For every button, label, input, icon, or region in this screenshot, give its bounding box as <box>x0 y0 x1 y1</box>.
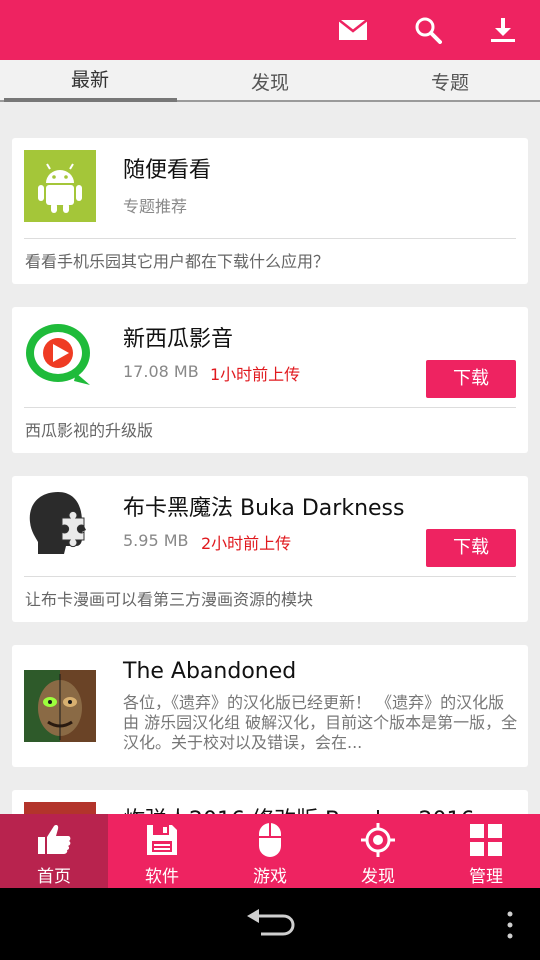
nav-label: 发现 <box>361 867 395 887</box>
nav-games[interactable]: 游戏 <box>216 814 324 888</box>
download-icon[interactable] <box>483 10 523 50</box>
target-icon <box>360 822 396 858</box>
nav-home[interactable]: 首页 <box>0 814 108 888</box>
upload-time: 2小时前上传 <box>201 534 292 553</box>
divider <box>24 238 516 239</box>
nav-label: 管理 <box>469 867 503 887</box>
app-size: 17.08 MB <box>123 362 199 381</box>
system-nav-bar <box>0 888 540 960</box>
download-button[interactable]: 下载 <box>426 529 516 567</box>
floppy-disk-icon <box>144 822 180 858</box>
top-app-bar <box>0 0 540 60</box>
tab-topics[interactable]: 专题 <box>360 63 540 103</box>
card-title: 随便看看 <box>123 158 212 183</box>
tab-latest[interactable]: 最新 <box>0 60 180 100</box>
nav-discover[interactable]: 发现 <box>324 814 432 888</box>
card-random-browse[interactable]: 随便看看 专题推荐 看看手机乐园其它用户都在下载什么应用？ <box>12 138 528 284</box>
back-arrow-icon[interactable] <box>243 908 297 940</box>
app-size: 5.95 MB <box>123 531 189 550</box>
nav-label: 游戏 <box>253 867 287 887</box>
app-list[interactable]: 随便看看 专题推荐 看看手机乐园其它用户都在下载什么应用？ 新西瓜影音 17.0… <box>0 104 540 814</box>
overflow-menu-icon[interactable] <box>504 910 516 940</box>
tab-bar: 最新 发现 专题 <box>0 60 540 102</box>
card-game-bomber[interactable]: 炸弹人2016 修改版 Bomber 2016 <box>12 790 528 814</box>
nav-manage[interactable]: 管理 <box>432 814 540 888</box>
nav-label: 首页 <box>37 867 71 887</box>
upload-time: 1小时前上传 <box>210 365 301 384</box>
thumbs-up-icon <box>36 822 72 858</box>
nav-label: 软件 <box>145 867 179 887</box>
grid-icon <box>468 822 504 858</box>
puzzle-head-icon <box>24 488 96 560</box>
app-name: 新西瓜影音 <box>123 327 234 352</box>
card-subtitle: 专题推荐 <box>123 197 188 216</box>
bottom-nav: 首页 软件 游戏 发现 管理 <box>0 814 540 888</box>
card-description: 让布卡漫画可以看第三方漫画资源的模块 <box>25 590 314 609</box>
mail-icon[interactable] <box>333 10 373 50</box>
divider <box>24 576 516 577</box>
bomber-game-icon <box>24 802 96 814</box>
mouse-icon <box>252 822 288 858</box>
app-name: 布卡黑魔法 Buka Darkness <box>123 496 405 521</box>
app-name: 炸弹人2016 修改版 Bomber 2016 <box>123 802 475 814</box>
zombie-game-icon <box>24 670 96 742</box>
divider <box>24 407 516 408</box>
card-game-abandoned[interactable]: The Abandoned 各位，《遗弃》的汉化版已经更新！ 《遗弃》的汉化版由… <box>12 645 528 767</box>
download-button[interactable]: 下载 <box>426 360 516 398</box>
card-description: 看看手机乐园其它用户都在下载什么应用？ <box>25 252 330 271</box>
card-app-xigua[interactable]: 新西瓜影音 17.08 MB 1小时前上传 下载 西瓜影视的升级版 <box>12 307 528 453</box>
card-description: 西瓜影视的升级版 <box>25 421 154 440</box>
tab-discover[interactable]: 发现 <box>180 63 360 103</box>
search-icon[interactable] <box>408 10 448 50</box>
app-name: The Abandoned <box>123 659 297 684</box>
android-robot-icon <box>24 150 96 222</box>
tab-indicator <box>4 98 177 102</box>
card-app-buka-darkness[interactable]: 布卡黑魔法 Buka Darkness 5.95 MB 2小时前上传 下载 让布… <box>12 476 528 622</box>
xigua-player-icon <box>24 319 96 391</box>
card-description: 各位，《遗弃》的汉化版已经更新！ 《遗弃》的汉化版由 游乐园汉化组 破解汉化，目… <box>123 693 518 752</box>
nav-software[interactable]: 软件 <box>108 814 216 888</box>
